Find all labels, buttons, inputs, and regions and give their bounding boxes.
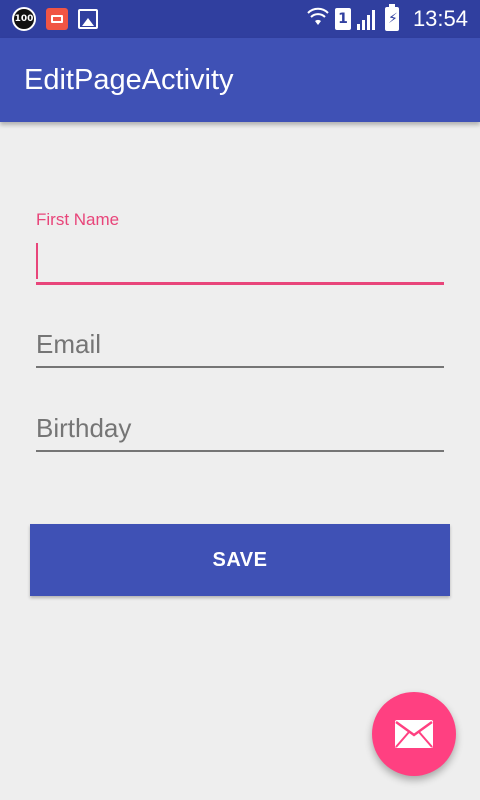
status-time: 13:54 (412, 6, 468, 31)
birthday-underline (36, 450, 444, 452)
count-100-icon: 100 (12, 7, 36, 31)
signal-icon (356, 8, 379, 30)
first-name-label: First Name (36, 210, 120, 229)
save-button[interactable]: SAVE (30, 524, 450, 596)
birthday-field[interactable] (36, 404, 444, 454)
fab-mail-button[interactable] (372, 692, 456, 776)
app-bar: EditPageActivity (0, 38, 480, 122)
page-title: EditPageActivity (24, 63, 234, 96)
battery-icon: ⚡ (384, 4, 399, 31)
status-left: 100 (0, 7, 98, 31)
first-name-field[interactable]: First Name (36, 210, 444, 290)
first-name-input[interactable] (36, 240, 444, 284)
status-right: 1 ⚡ 13:54 (307, 4, 480, 33)
birthday-input[interactable] (36, 406, 444, 450)
wifi-icon (307, 6, 329, 33)
mail-icon (395, 720, 433, 748)
image-icon (78, 9, 98, 29)
email-field[interactable] (36, 320, 444, 370)
sim-icon: 1 (334, 8, 351, 30)
battery-charge-glyph: ⚡ (387, 11, 398, 27)
battery-app-icon (46, 8, 68, 30)
email-underline (36, 366, 444, 368)
status-bar: 100 1 ⚡ 13:54 (0, 0, 480, 38)
email-input[interactable] (36, 322, 444, 366)
first-name-underline (36, 282, 444, 285)
